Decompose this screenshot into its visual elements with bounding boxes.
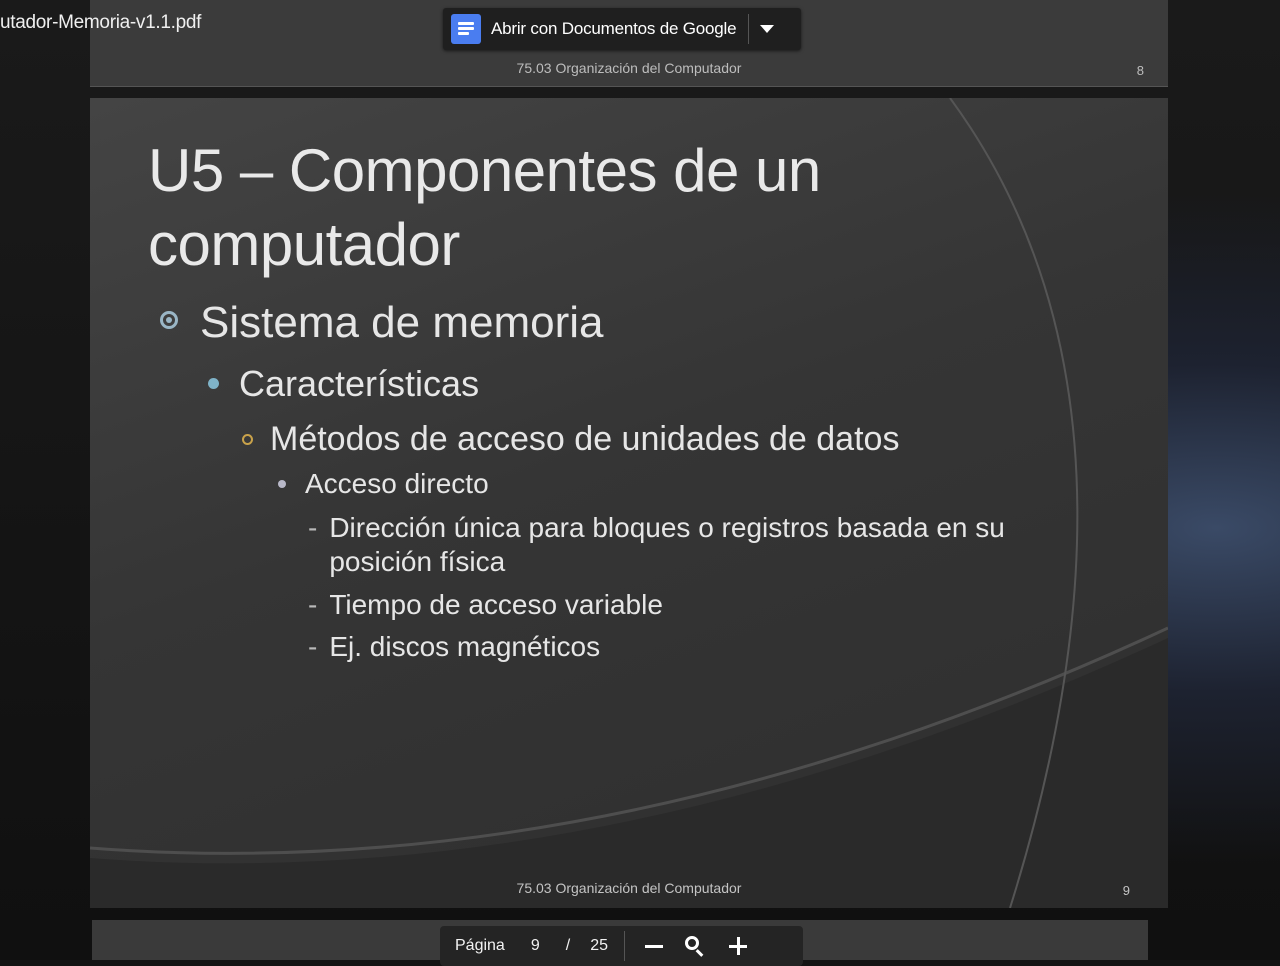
bullet-level5: - Dirección única para bloques o registr… [308, 511, 1008, 579]
page-toolbar: Página 9 / 25 [440, 926, 803, 966]
docs-icon [451, 14, 481, 44]
page-label: Página [455, 937, 505, 954]
bullet-text: Dirección única para bloques o registros… [329, 512, 1005, 577]
bullet-text: Características [239, 363, 480, 404]
bullet-text: Sistema de memoria [200, 298, 604, 347]
bullet-text: Métodos de acceso de unidades de datos [270, 420, 900, 458]
dash-bullet: - [308, 512, 318, 543]
bullet-level5: - Tiempo de acceso variable [308, 588, 1008, 622]
dot-bullet-icon [208, 378, 219, 389]
bullet-level2: Características [208, 363, 479, 405]
bullet-level5: - Ej. discos magnéticos [308, 630, 1008, 664]
bullet-level4: Acceso directo [278, 468, 489, 500]
dash-bullet: - [308, 631, 318, 662]
previous-page-footer: 75.03 Organización del Computador [516, 60, 742, 76]
dash-bullet: - [308, 589, 318, 620]
page-separator: / [565, 937, 571, 954]
open-with-google-docs-button[interactable]: Abrir con Documentos de Google [443, 8, 801, 50]
zoom-icon[interactable] [684, 936, 705, 957]
slide-page-number: 9 [1122, 883, 1130, 898]
slide-page: U5 – Componentes de un computador Sistem… [90, 98, 1168, 908]
slide-footer: 75.03 Organización del Computador [516, 880, 742, 896]
circle-bullet-icon [160, 311, 178, 329]
dot-bullet-icon [278, 480, 286, 488]
slide-title: U5 – Componentes de un computador [148, 137, 821, 278]
toolbar-divider [623, 931, 625, 961]
zoom-out-icon[interactable] [644, 944, 663, 948]
bullet-text: Ej. discos magnéticos [329, 631, 601, 662]
button-divider [748, 14, 750, 44]
total-pages: 25 [590, 937, 608, 954]
bullet-level3: Métodos de acceso de unidades de datos [242, 420, 899, 459]
ring-bullet-icon [242, 434, 253, 445]
open-button-label: Abrir con Documentos de Google [491, 19, 737, 38]
bullet-level1: Sistema de memoria [160, 298, 603, 348]
page-number-input[interactable]: 9 [531, 937, 540, 955]
zoom-in-icon[interactable] [728, 937, 747, 955]
previous-page-number: 8 [1136, 63, 1144, 78]
dropdown-icon[interactable] [760, 25, 775, 33]
file-title: utador-Memoria-v1.1.pdf [0, 12, 202, 33]
bullet-text: Tiempo de acceso variable [329, 589, 663, 620]
bullet-text: Acceso directo [305, 468, 489, 499]
